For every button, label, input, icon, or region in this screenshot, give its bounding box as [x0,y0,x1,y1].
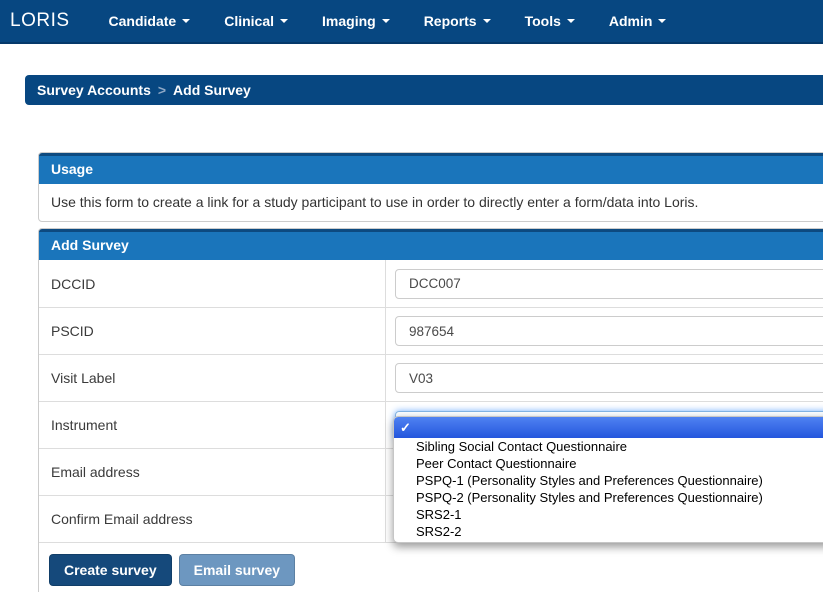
form-row-dccid: DCCID [39,260,823,307]
dropdown-option-selected-empty[interactable]: ✓ [394,417,823,438]
breadcrumb: Survey Accounts > Add Survey [25,75,823,105]
email-survey-button[interactable]: Email survey [179,554,295,586]
usage-panel-title: Usage [39,153,823,184]
dropdown-option-pspq-2[interactable]: PSPQ-2 (Personality Styles and Preferenc… [394,489,823,506]
caret-down-icon [280,19,288,23]
pscid-input-cell [386,308,823,354]
dropdown-option-peer-contact[interactable]: Peer Contact Questionnaire [394,455,823,472]
nav-item-label: Clinical [224,13,274,29]
nav-item-candidate[interactable]: Candidate [92,13,208,29]
caret-down-icon [567,19,575,23]
nav-item-label: Tools [525,13,561,29]
nav-item-admin[interactable]: Admin [592,13,684,29]
nav-item-label: Candidate [109,13,177,29]
breadcrumb-add-survey[interactable]: Add Survey [173,82,251,98]
usage-panel-text: Use this form to create a link for a stu… [39,184,823,221]
form-row-pscid: PSCID [39,307,823,354]
instrument-label: Instrument [39,402,386,448]
breadcrumb-survey-accounts[interactable]: Survey Accounts [37,82,151,98]
pscid-label: PSCID [39,308,386,354]
add-survey-panel-title: Add Survey [39,229,823,260]
form-row-visit-label: Visit Label [39,354,823,401]
nav-item-tools[interactable]: Tools [508,13,592,29]
nav-item-label: Imaging [322,13,376,29]
caret-down-icon [182,19,190,23]
create-survey-button[interactable]: Create survey [49,554,172,586]
checkmark-icon: ✓ [400,420,411,436]
instrument-dropdown-menu: ✓ Sibling Social Contact Questionnaire P… [393,416,823,543]
nav-item-label: Reports [424,13,477,29]
email-label: Email address [39,449,386,495]
dccid-label: DCCID [39,260,386,307]
caret-down-icon [483,19,491,23]
dccid-input[interactable] [395,269,823,299]
visit-label-label: Visit Label [39,355,386,401]
caret-down-icon [382,19,390,23]
usage-panel: Usage Use this form to create a link for… [38,152,823,222]
dccid-input-cell [386,260,823,307]
pscid-input[interactable] [395,316,823,346]
loris-logo[interactable]: LORIS [10,10,70,32]
nav-item-clinical[interactable]: Clinical [207,13,305,29]
dropdown-option-sibling-social[interactable]: Sibling Social Contact Questionnaire [394,438,823,455]
breadcrumb-separator: > [158,82,166,98]
caret-down-icon [658,19,666,23]
nav-item-imaging[interactable]: Imaging [305,13,407,29]
nav-item-label: Admin [609,13,653,29]
nav-item-reports[interactable]: Reports [407,13,508,29]
navbar: LORIS Candidate Clinical Imaging Reports… [0,0,823,44]
form-button-row: Create survey Email survey [39,542,823,592]
confirm-email-label: Confirm Email address [39,496,386,542]
dropdown-option-srs2-2[interactable]: SRS2-2 [394,523,823,540]
dropdown-option-pspq-1[interactable]: PSPQ-1 (Personality Styles and Preferenc… [394,472,823,489]
visit-label-input-cell [386,355,823,401]
visit-label-input[interactable] [395,363,823,393]
dropdown-option-srs2-1[interactable]: SRS2-1 [394,506,823,523]
